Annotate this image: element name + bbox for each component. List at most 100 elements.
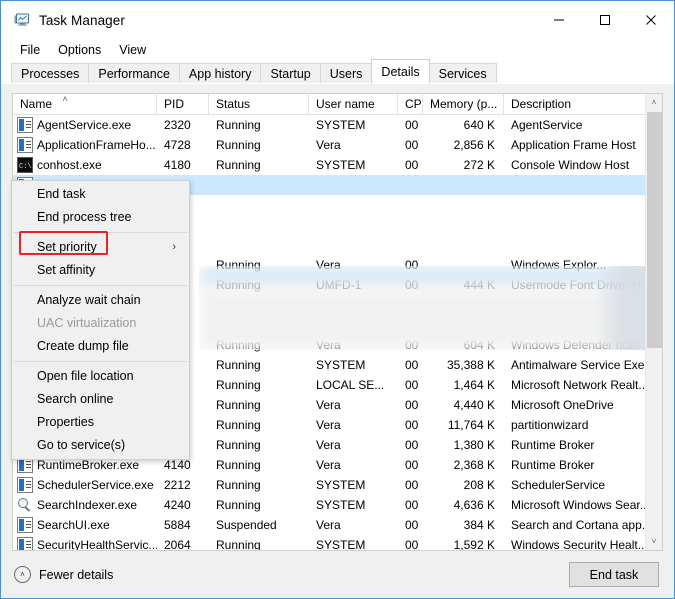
cell-memory: 1,592 K <box>453 538 495 551</box>
context-menu-item-go-to-service-s[interactable]: Go to service(s) <box>12 434 189 457</box>
cell-pid: 5884 <box>164 518 191 532</box>
menu-file[interactable]: File <box>11 41 49 59</box>
fewer-details-button[interactable]: ˄ Fewer details <box>14 566 113 583</box>
table-row[interactable]: SearchIndexer.exe 4240 Running SYSTEM 00 4,63… <box>13 495 662 515</box>
cell-user-name: LOCAL SE... <box>316 378 385 392</box>
scroll-down-arrow-icon[interactable]: ˅ <box>646 533 662 550</box>
cell-memory: 1,380 K <box>453 438 495 452</box>
column-header-label: Memory (p... <box>430 97 498 111</box>
context-menu-item-set-affinity[interactable]: Set affinity <box>12 259 189 282</box>
context-menu-item-analyze-wait-chain[interactable]: Analyze wait chain <box>12 289 189 312</box>
cell-user-name: SYSTEM <box>316 498 366 512</box>
context-menu-item-label: Go to service(s) <box>37 438 126 452</box>
cell-memory: 208 K <box>463 478 495 492</box>
table-row[interactable]: AgentService.exe 2320 Running SYSTEM 00 640 K… <box>13 115 662 135</box>
column-header-description[interactable]: Description <box>504 94 648 114</box>
context-menu-item-properties[interactable]: Properties <box>12 411 189 434</box>
context-menu-item-open-file-location[interactable]: Open file location <box>12 365 189 388</box>
tab-details[interactable]: Details <box>371 59 430 84</box>
column-header-status[interactable]: Status <box>209 94 309 114</box>
cell-status: Running <box>216 538 261 551</box>
menu-view[interactable]: View <box>110 41 155 59</box>
column-header-memory-p[interactable]: Memory (p... <box>423 94 504 114</box>
tab-processes[interactable]: Processes <box>11 63 90 84</box>
cell-description: Runtime Broker <box>511 458 595 472</box>
end-task-button[interactable]: End task <box>569 562 659 587</box>
maximize-button[interactable] <box>582 1 628 39</box>
cell-memory: 2,856 K <box>453 138 495 152</box>
table-row[interactable]: SecurityHealthServic... 2064 Running SYSTEM… <box>13 535 662 551</box>
cell-user-name: Vera <box>316 138 341 152</box>
cell-status: Running <box>216 498 261 512</box>
cell-cpu: 00 <box>405 478 419 492</box>
context-menu-item-end-task[interactable]: End task <box>12 183 189 206</box>
vertical-scrollbar[interactable]: ˄ ˅ <box>645 94 662 550</box>
column-header-label: Description <box>511 97 572 111</box>
context-menu-item-end-process-tree[interactable]: End process tree <box>12 206 189 229</box>
cell-memory: 444 K <box>463 278 495 292</box>
cell-user-name: Vera <box>316 418 341 432</box>
cell-memory: 4,636 K <box>453 498 495 512</box>
process-name: conhost.exe <box>37 158 102 172</box>
context-menu-item-create-dump-file[interactable]: Create dump file <box>12 335 189 358</box>
tab-services[interactable]: Services <box>428 63 497 84</box>
scrollbar-thumb[interactable] <box>647 112 662 348</box>
bottom-bar: ˄ Fewer details End task <box>1 551 674 598</box>
cell-cpu: 00 <box>405 458 419 472</box>
process-name: SearchIndexer.exe <box>37 498 138 512</box>
cell-memory: 35,388 K <box>446 358 495 372</box>
title-bar: Task Manager <box>1 1 674 39</box>
column-header-label: Status <box>216 97 251 111</box>
scroll-up-arrow-icon[interactable]: ˄ <box>646 94 662 111</box>
column-header-name[interactable]: Name ˄ <box>13 94 157 114</box>
table-row[interactable]: SchedulerService.exe 2212 Running SYSTEM 00 2… <box>13 475 662 495</box>
cell-status: Suspended <box>216 518 277 532</box>
cell-description: Search and Cortana app... <box>511 518 648 532</box>
cell-memory: 12 K <box>470 298 495 312</box>
app-icon <box>17 117 33 133</box>
table-row[interactable]: conhost.exe 4180 Running SYSTEM 00 272 K Conso… <box>13 155 662 175</box>
cell-cpu: 00 <box>405 258 419 272</box>
context-menu-item-label: UAC virtualization <box>37 316 137 330</box>
cell-description: Windows Defender notif... <box>511 338 648 352</box>
context-menu: End task End process tree Set priority › Set… <box>11 180 190 460</box>
sort-ascending-icon: ˄ <box>62 94 68 104</box>
cell-description: Antimalware Service Exe... <box>511 358 648 372</box>
table-row[interactable]: ApplicationFrameHo... 4728 Running Vera 00 2,… <box>13 135 662 155</box>
tab-app-history[interactable]: App history <box>178 63 262 84</box>
cell-cpu: 00 <box>405 158 419 172</box>
window-controls <box>536 1 674 39</box>
cell-status: Running <box>216 478 261 492</box>
cell-name: AgentService.exe <box>13 115 157 135</box>
close-button[interactable] <box>628 1 674 39</box>
column-header-user-name[interactable]: User name <box>309 94 398 114</box>
minimize-button[interactable] <box>536 1 582 39</box>
process-name: SchedulerService.exe <box>37 478 154 492</box>
menu-options[interactable]: Options <box>49 41 110 59</box>
cell-description: Usermode Font Driver H... <box>511 278 648 292</box>
cell-name: conhost.exe <box>13 155 157 175</box>
console-icon <box>17 157 33 175</box>
tab-startup[interactable]: Startup <box>260 63 321 84</box>
cell-description: Microsoft OneDrive <box>511 398 614 412</box>
cell-pid: 2064 <box>164 538 191 551</box>
table-row[interactable]: SearchUI.exe 5884 Suspended Vera 00 384 K Sear… <box>13 515 662 535</box>
context-menu-item-label: End process tree <box>37 210 132 224</box>
column-header-pid[interactable]: PID <box>157 94 209 114</box>
cell-name: SearchUI.exe <box>13 515 157 535</box>
column-header-cpu[interactable]: CPU <box>398 94 423 114</box>
cell-description: Console Window Host <box>511 158 630 172</box>
context-menu-item-search-online[interactable]: Search online <box>12 388 189 411</box>
tab-users[interactable]: Users <box>319 63 373 84</box>
cell-cpu: 00 <box>405 298 419 312</box>
column-header-label: User name <box>316 97 375 111</box>
cell-cpu: 00 <box>405 138 419 152</box>
fewer-details-label: Fewer details <box>39 567 114 582</box>
process-name: ApplicationFrameHo... <box>37 138 156 152</box>
column-header-label: PID <box>164 97 185 111</box>
cell-status: Running <box>216 258 261 272</box>
cell-status: Running <box>216 438 261 452</box>
tab-performance[interactable]: Performance <box>88 63 180 84</box>
process-name: AgentService.exe <box>37 118 132 132</box>
context-menu-item-set-priority[interactable]: Set priority › <box>12 236 189 259</box>
